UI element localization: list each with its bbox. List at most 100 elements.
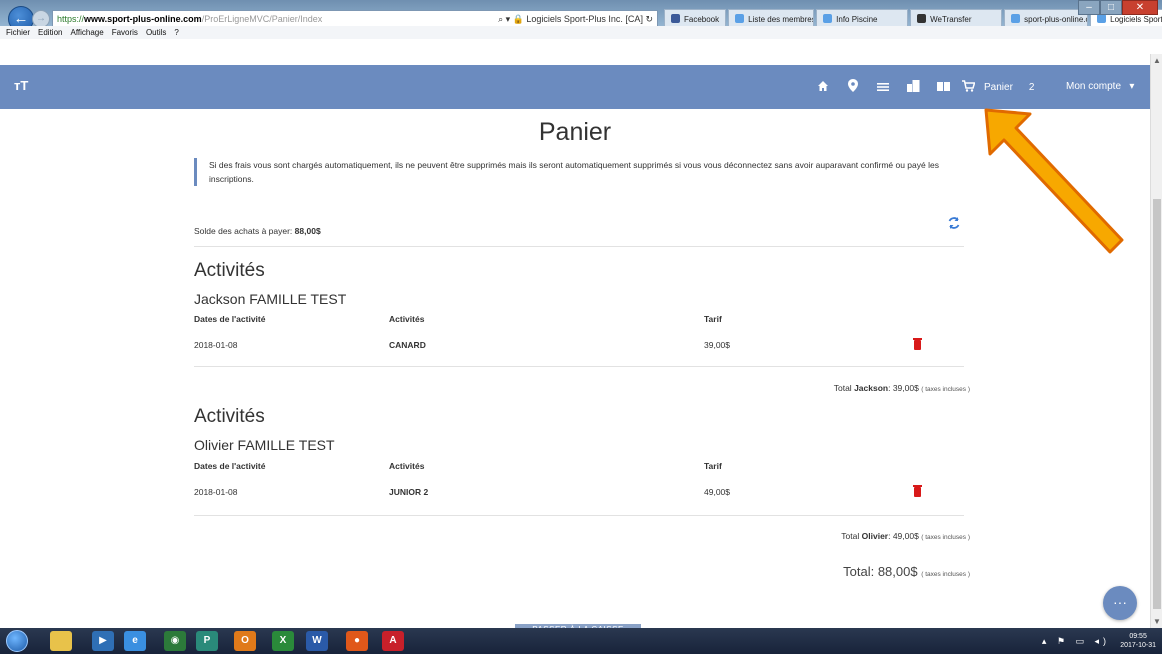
grand-total-value: Total: 88,00$ <box>843 564 918 579</box>
row-price: 49,00$ <box>704 487 730 497</box>
tab-label: sport-plus-online.c... <box>1024 15 1087 24</box>
home-icon[interactable] <box>808 77 838 97</box>
participant-name: Jackson FAMILLE TEST <box>194 291 347 307</box>
row-date: 2018-01-08 <box>194 340 238 350</box>
scroll-up-icon[interactable]: ▲ <box>1152 56 1162 65</box>
pdf-icon[interactable]: A <box>382 631 404 651</box>
clock[interactable]: 09:55 2017-10-31 <box>1120 632 1156 650</box>
menu-tools[interactable]: Outils <box>146 26 166 39</box>
ie-icon <box>735 14 745 23</box>
subtotal-value: : 39,00$ <box>888 383 919 393</box>
eye-app-icon[interactable]: ◉ <box>164 631 186 651</box>
media-icon[interactable]: ▶ <box>92 631 114 651</box>
explorer-icon[interactable] <box>50 631 72 651</box>
facebook-icon <box>671 14 680 23</box>
trash-icon[interactable] <box>913 338 922 350</box>
account-label: Mon compte <box>1066 81 1122 92</box>
participant-name: Olivier FAMILLE TEST <box>194 437 335 453</box>
publisher-icon[interactable]: P <box>196 631 218 651</box>
section-title: Activités <box>194 406 265 427</box>
address-search-area[interactable]: ⌕ ▾ 🔒 Logiciels Sport-Plus Inc. [CA] ↻ <box>498 11 653 27</box>
firefox-icon[interactable]: ● <box>346 631 368 651</box>
site-identity: Logiciels Sport-Plus Inc. [CA] <box>526 14 643 24</box>
col-header-dates: Dates de l'activité <box>194 461 266 471</box>
row-price: 39,00$ <box>704 340 730 350</box>
tab-label: Liste des membres <box>748 15 815 24</box>
scroll-down-icon[interactable]: ▼ <box>1152 617 1162 626</box>
subtotal-prefix: Total <box>841 531 860 541</box>
subtotal-note: ( taxes incluses ) <box>921 534 970 541</box>
divider <box>194 246 964 247</box>
url-path: /ProErLigneMVC/Panier/Index <box>201 14 323 24</box>
maximize-button[interactable]: □ <box>1100 0 1122 15</box>
notice-text: Si des frais vous sont chargés automatiq… <box>194 158 974 186</box>
caret-down-icon: ▾ <box>1129 81 1135 92</box>
subtotal-line: Total Olivier: 49,00$ ( taxes incluses ) <box>640 531 970 541</box>
header-nav: Panier 2 <box>808 77 1034 97</box>
clock-time: 09:55 <box>1129 633 1147 640</box>
system-tray[interactable]: ▴ ⚑ ▭ ◂) <box>1042 636 1110 647</box>
site-logo[interactable]: ᴛT <box>14 78 28 93</box>
excel-icon[interactable]: X <box>272 631 294 651</box>
menu-bar: Fichier Edition Affichage Favoris Outils… <box>0 26 1162 39</box>
word-icon[interactable]: W <box>306 631 328 651</box>
outlook-icon[interactable]: O <box>234 631 256 651</box>
subtotal-name: Olivier <box>861 531 889 541</box>
col-header-price: Tarif <box>704 314 722 324</box>
tab-label: Facebook <box>684 15 720 24</box>
tab-label: Logiciels Sport-... <box>1110 15 1162 24</box>
window-controls: – □ ✕ <box>1078 0 1158 15</box>
subtotal-note: ( taxes incluses ) <box>921 386 970 393</box>
close-button[interactable]: ✕ <box>1122 0 1158 15</box>
ie-taskbar-icon[interactable]: e <box>124 631 146 651</box>
ie-icon <box>823 14 833 23</box>
tab-label: Info Piscine <box>836 15 878 24</box>
ie-icon <box>1097 14 1107 23</box>
location-pin-icon[interactable] <box>838 77 868 97</box>
url-domain: www.sport-plus-online.com <box>84 14 202 24</box>
subtotal-name: Jackson <box>854 383 889 393</box>
row-date: 2018-01-08 <box>194 487 238 497</box>
balance-line: Solde des achats à payer: 88,00$ <box>194 226 321 236</box>
col-header-activities: Activités <box>389 314 425 324</box>
cart-icon[interactable] <box>958 77 978 97</box>
ie-icon <box>1011 14 1021 23</box>
refresh-icon[interactable] <box>947 216 961 233</box>
vertical-scrollbar[interactable]: ▲ ▼ <box>1150 54 1162 628</box>
menu-help[interactable]: ? <box>174 26 178 39</box>
start-button[interactable] <box>6 630 28 652</box>
book-icon[interactable] <box>928 77 958 97</box>
menu-favorites[interactable]: Favoris <box>112 26 138 39</box>
menu-view[interactable]: Affichage <box>70 26 103 39</box>
divider <box>194 366 964 367</box>
more-options-button[interactable]: ··· <box>1103 586 1137 620</box>
url-scheme: https:// <box>57 14 85 24</box>
subtotal-value: : 49,00$ <box>888 531 919 541</box>
menu-file[interactable]: Fichier <box>6 26 30 39</box>
row-activity: JUNIOR 2 <box>389 487 429 497</box>
trash-icon[interactable] <box>913 485 922 497</box>
annotation-arrow-icon <box>984 108 1124 254</box>
clock-date: 2017-10-31 <box>1120 642 1156 649</box>
grand-total-note: ( taxes incluses ) <box>921 571 970 578</box>
tab-label: WeTransfer <box>930 15 972 24</box>
section-title: Activités <box>194 260 265 281</box>
list-icon[interactable] <box>868 77 898 97</box>
balance-value: 88,00$ <box>294 226 321 236</box>
col-header-activities: Activités <box>389 461 425 471</box>
scroll-thumb[interactable] <box>1153 199 1161 609</box>
col-header-price: Tarif <box>704 461 722 471</box>
account-menu[interactable]: Mon compte ▾ <box>1066 81 1134 92</box>
cart-count-badge: 2 <box>1028 81 1035 93</box>
row-activity: CANARD <box>389 340 426 350</box>
subtotal-prefix: Total <box>833 383 852 393</box>
grand-total: Total: 88,00$ ( taxes incluses ) <box>640 564 970 579</box>
col-header-dates: Dates de l'activité <box>194 314 266 324</box>
buildings-icon[interactable] <box>898 77 928 97</box>
menu-edit[interactable]: Edition <box>38 26 62 39</box>
windows-taskbar: ▶ e ◉ P O X W ● A ▴ ⚑ ▭ ◂) 09:55 2017-10-… <box>0 628 1162 654</box>
cart-link[interactable]: Panier <box>984 82 1013 93</box>
balance-label: Solde des achats à payer: <box>194 226 293 236</box>
minimize-button[interactable]: – <box>1078 0 1100 15</box>
subtotal-line: Total Jackson: 39,00$ ( taxes incluses ) <box>640 383 970 393</box>
